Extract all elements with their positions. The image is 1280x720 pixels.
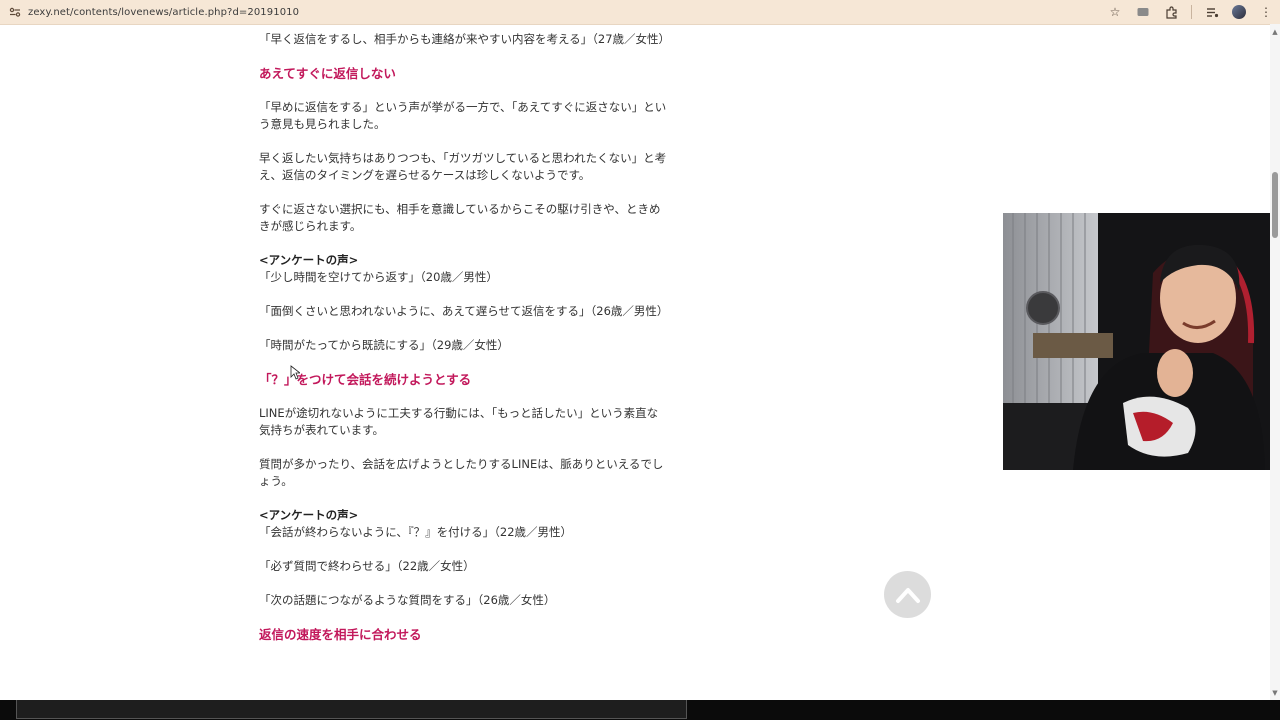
- paragraph: LINEが途切れないように工夫する行動には、「もっと話したい」という素直な気持ち…: [259, 406, 659, 437]
- survey-quote: 「面倒くさいと思われないように、あえて遅らせて返信をする」（26歳／男性）: [259, 304, 669, 318]
- section-heading: 返信の速度を相手に合わせる: [259, 627, 422, 642]
- scroll-down-arrow-icon[interactable]: ▼: [1271, 689, 1279, 697]
- page-scrollbar[interactable]: ▲ ▼: [1270, 24, 1280, 700]
- paragraph: 「早く返信をするし、相手からも連絡が来やすい内容を考える」（27歳／女性）: [259, 32, 671, 46]
- media-control-icon[interactable]: [1204, 4, 1220, 20]
- paragraph: 早く返したい気持ちはありつつも、「ガツガツしていると思われたくない」と考え、返信…: [259, 151, 667, 182]
- toolbar-divider: [1191, 5, 1192, 19]
- extension-card-icon[interactable]: [1135, 4, 1151, 20]
- chevron-up-icon: [895, 587, 920, 603]
- scrollbar-thumb[interactable]: [1272, 172, 1278, 238]
- bottom-panel: [16, 700, 687, 719]
- survey-quote: 「時間がたってから既読にする」（29歳／女性）: [259, 338, 509, 352]
- survey-quote: 「次の話題につながるような質問をする」（26歳／女性）: [259, 593, 556, 607]
- article-body: 「早く返信をするし、相手からも連絡が来やすい内容を考える」（27歳／女性） あえ…: [259, 24, 671, 643]
- bottom-dark-bar: [0, 700, 1280, 720]
- extensions-puzzle-icon[interactable]: [1163, 4, 1179, 20]
- paragraph: 「早めに返信をする」という声が挙がる一方で、「あえてすぐに返さない」という意見も…: [259, 100, 667, 131]
- survey-title: <アンケートの声>: [259, 253, 359, 267]
- bookmark-star-icon[interactable]: ☆: [1107, 4, 1123, 20]
- browser-address-bar: zexy.net/contents/lovenews/article.php?d…: [0, 0, 1280, 25]
- mouse-cursor-icon: [290, 365, 302, 384]
- site-info-icon[interactable]: [6, 3, 24, 21]
- survey-quote: 「必ず質問で終わらせる」（22歳／女性）: [259, 559, 475, 573]
- paragraph: すぐに返さない選択にも、相手を意識しているからこその駆け引きや、ときめきが感じら…: [259, 202, 661, 233]
- survey-quote: 「少し時間を空けてから返す」（20歳／男性）: [259, 270, 498, 284]
- survey-quote: 「会話が終わらないように、『？』を付ける」（22歳／男性）: [259, 525, 573, 539]
- url-text[interactable]: zexy.net/contents/lovenews/article.php?d…: [28, 7, 299, 18]
- survey-title: <アンケートの声>: [259, 508, 359, 522]
- section-heading: 「？」をつけて会話を続けようとする: [259, 372, 472, 387]
- section-heading: あえてすぐに返信しない: [259, 66, 396, 81]
- paragraph: 質問が多かったり、会話を広げようとしたりするLINEは、脈ありといえるでしょう。: [259, 457, 664, 488]
- scroll-to-top-button[interactable]: [884, 571, 931, 618]
- menu-kebab-icon[interactable]: ⋮: [1258, 4, 1274, 20]
- scroll-up-arrow-icon[interactable]: ▲: [1271, 28, 1279, 36]
- profile-avatar[interactable]: [1232, 5, 1246, 19]
- webcam-overlay: [1003, 213, 1280, 470]
